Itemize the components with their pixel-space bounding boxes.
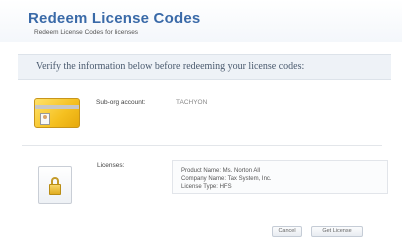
card-avatar [40,113,50,125]
cancel-button[interactable]: Cancel [272,226,302,237]
license-icon-box [38,166,72,204]
license-type: License Type: HFS [181,184,232,190]
license-details-panel: Product Name: Ms. Norton All Company Nam… [172,160,388,194]
page-title: Redeem License Codes [28,10,201,27]
verify-message: Verify the information below before rede… [36,61,305,72]
account-card-icon [34,98,80,128]
licenses-label: Licenses: [97,162,125,169]
company-name: Company Name: Tax System, Inc. [181,176,272,182]
page-subtitle: Redeem License Codes for licenses [34,29,139,36]
product-name: Product Name: Ms. Norton All [181,168,261,174]
verify-banner: Verify the information below before rede… [18,54,391,80]
section-divider [22,145,382,146]
account-value: TACHYON [176,99,208,106]
card-stripe [35,105,79,109]
lock-icon [49,184,61,195]
get-license-button[interactable]: Get License [311,226,363,237]
account-label: Sub-org account: [96,99,146,106]
page-header: Redeem License Codes Redeem License Code… [0,0,402,42]
